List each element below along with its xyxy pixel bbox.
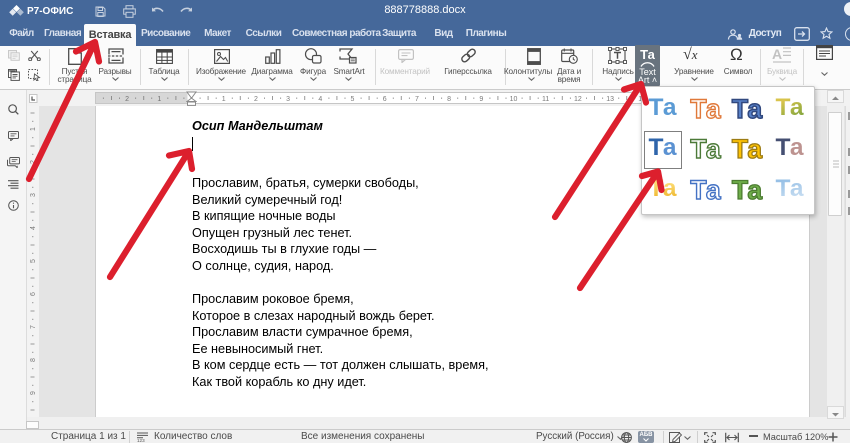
svg-text:1: 1 bbox=[30, 127, 37, 131]
svg-text:9: 9 bbox=[479, 96, 483, 103]
svg-text:12: 12 bbox=[574, 96, 582, 103]
svg-text:3: 3 bbox=[286, 96, 290, 103]
svg-text:2: 2 bbox=[30, 160, 37, 164]
svg-text:1: 1 bbox=[157, 96, 161, 103]
svg-text:8: 8 bbox=[447, 96, 451, 103]
svg-text:1: 1 bbox=[222, 96, 226, 103]
svg-text:13: 13 bbox=[606, 96, 614, 103]
svg-text:2: 2 bbox=[254, 96, 258, 103]
svg-text:7: 7 bbox=[30, 325, 37, 329]
svg-text:3: 3 bbox=[30, 193, 37, 197]
svg-text:123: 123 bbox=[137, 438, 145, 442]
svg-text:2: 2 bbox=[125, 96, 129, 103]
svg-text:4: 4 bbox=[318, 96, 322, 103]
svg-text:5: 5 bbox=[30, 259, 37, 263]
svg-text:5: 5 bbox=[351, 96, 355, 103]
svg-text:11: 11 bbox=[542, 96, 549, 103]
svg-text:6: 6 bbox=[383, 96, 387, 103]
svg-text:6: 6 bbox=[30, 292, 37, 296]
svg-text:8: 8 bbox=[30, 358, 37, 362]
svg-text:10: 10 bbox=[510, 96, 518, 103]
svg-text:A: A bbox=[772, 46, 782, 62]
svg-text:9: 9 bbox=[30, 391, 37, 395]
svg-text:4: 4 bbox=[30, 226, 37, 230]
svg-text:7: 7 bbox=[415, 96, 419, 103]
